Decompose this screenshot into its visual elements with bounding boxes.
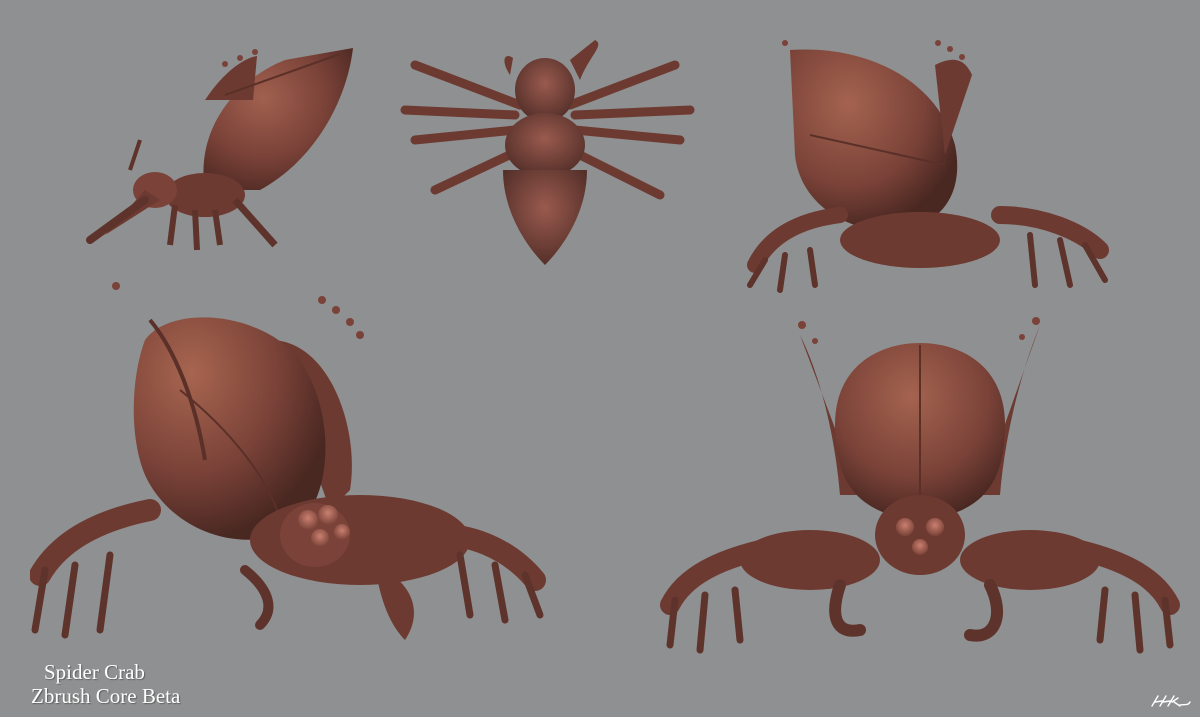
caption-title: Spider Crab [44,660,145,684]
crab-side-view-small [86,48,353,251]
caption-subtitle: Zbrush Core Beta [31,684,181,708]
crab-rear-three-quarter-view [747,40,1109,293]
crab-front-view [660,317,1180,654]
caption: Spider Crab Zbrush Core Beta [31,660,180,708]
crab-three-quarter-view-large [30,282,546,640]
render-sheet: Spider Crab Zbrush Core Beta [0,0,1200,717]
crab-top-view [400,40,695,265]
artist-signature [1151,695,1191,707]
